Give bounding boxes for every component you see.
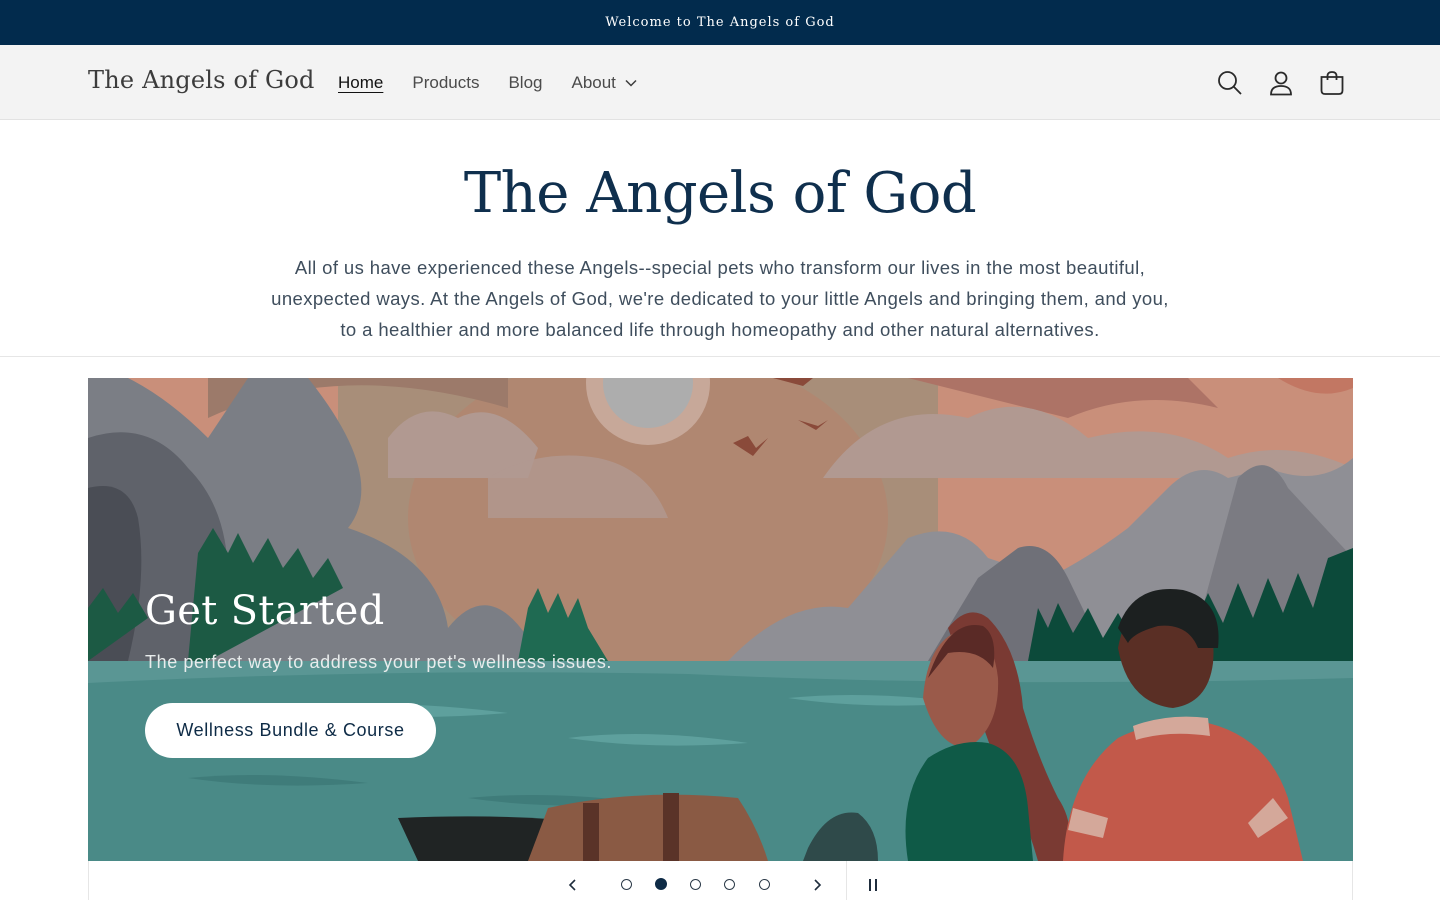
- pause-icon[interactable]: [861, 873, 885, 897]
- intro-section: The Angels of God All of us have experie…: [0, 121, 1440, 357]
- controls-divider: [846, 861, 847, 900]
- slide-text: Get Started The perfect way to address y…: [145, 588, 612, 673]
- slide-dot-3[interactable]: [690, 879, 701, 890]
- announcement-bar: Welcome to The Angels of God: [0, 0, 1440, 45]
- slide-title: Get Started: [145, 588, 385, 634]
- slide-dot-5[interactable]: [759, 879, 770, 890]
- chevron-down-icon: [625, 79, 637, 87]
- hero-slide: Get Started The perfect way to address y…: [88, 378, 1353, 861]
- slide-dot-4[interactable]: [724, 879, 735, 890]
- main-nav: Home Products Blog About: [338, 45, 666, 120]
- account-icon[interactable]: [1265, 65, 1297, 101]
- wellness-bundle-button[interactable]: Wellness Bundle & Course: [145, 703, 436, 758]
- header-icons: [1214, 65, 1348, 101]
- slide-dot-1[interactable]: [621, 879, 632, 890]
- nav-item-blog[interactable]: Blog: [508, 73, 542, 93]
- slide-dot-2[interactable]: [655, 878, 667, 890]
- search-icon[interactable]: [1214, 65, 1246, 101]
- site-header: The Angels of God Home Products Blog Abo…: [0, 45, 1440, 120]
- nav-item-home[interactable]: Home: [338, 73, 383, 93]
- slideshow-controls: [88, 861, 1353, 900]
- intro-text: All of us have experienced these Angels-…: [271, 257, 1169, 340]
- nav-item-about[interactable]: About: [571, 72, 637, 93]
- announcement-text: Welcome to The Angels of God: [605, 15, 835, 30]
- chevron-right-icon[interactable]: [805, 873, 829, 897]
- nav-item-about-label: About: [571, 72, 616, 92]
- page-title: The Angels of God: [463, 161, 977, 226]
- cart-icon[interactable]: [1316, 65, 1348, 101]
- slide-subtitle: The perfect way to address your pet's we…: [145, 652, 613, 672]
- site-logo[interactable]: The Angels of God: [88, 66, 315, 94]
- chevron-left-icon[interactable]: [561, 873, 585, 897]
- nav-item-products[interactable]: Products: [412, 73, 479, 93]
